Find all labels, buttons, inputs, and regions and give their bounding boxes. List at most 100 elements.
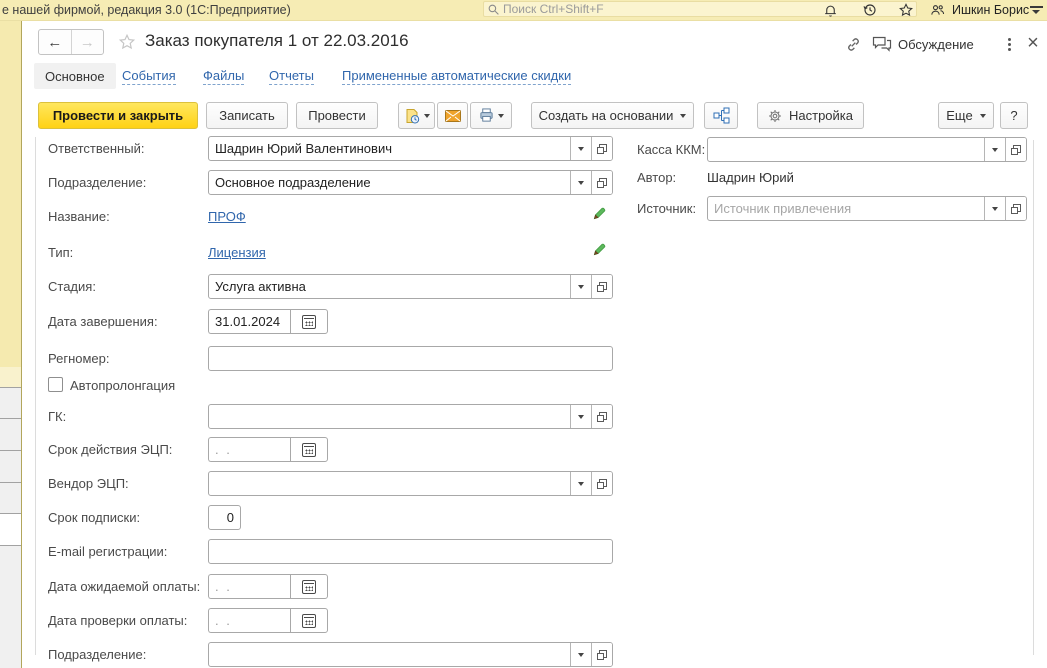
- open-button[interactable]: [591, 171, 612, 194]
- back-button[interactable]: [39, 30, 72, 54]
- dropdown-button[interactable]: [570, 137, 591, 160]
- signature-validity-input[interactable]: [208, 437, 290, 462]
- responsible-input[interactable]: [209, 137, 570, 160]
- autoprolongation-checkbox[interactable]: [48, 377, 63, 392]
- tab-auto-discounts[interactable]: Примененные автоматические скидки: [342, 63, 571, 89]
- forward-button[interactable]: [72, 30, 104, 54]
- open-button[interactable]: [591, 405, 612, 428]
- history-icon[interactable]: [860, 1, 880, 19]
- dropdown-arrow-icon: [424, 114, 430, 118]
- post-document-menu-button[interactable]: [398, 102, 435, 129]
- dropdown-arrow-icon: [980, 114, 986, 118]
- checkbox-label-autoprolongation[interactable]: Автопролонгация: [70, 378, 175, 393]
- calendar-button[interactable]: [290, 574, 328, 599]
- subscription-term-input[interactable]: [208, 505, 241, 530]
- post-and-close-button[interactable]: Провести и закрыть: [38, 102, 198, 129]
- open-button[interactable]: [591, 137, 612, 160]
- open-button[interactable]: [591, 472, 612, 495]
- notifications-bell-icon[interactable]: [820, 1, 840, 19]
- end-date-field[interactable]: [208, 309, 328, 334]
- discussion-button[interactable]: Обсуждение: [898, 37, 974, 52]
- source-input[interactable]: [708, 197, 984, 220]
- field-label-gk: ГК:: [48, 409, 66, 424]
- open-button[interactable]: [591, 643, 612, 666]
- kebab-menu-icon[interactable]: [1002, 34, 1016, 54]
- regnumber-input[interactable]: [208, 346, 613, 371]
- registration-email-input[interactable]: [208, 539, 613, 564]
- calendar-button[interactable]: [290, 608, 328, 633]
- service-menu-icon[interactable]: [1026, 1, 1046, 19]
- field-label-name: Название:: [48, 209, 110, 224]
- dropdown-button[interactable]: [984, 138, 1005, 161]
- signature-vendor-input[interactable]: [209, 472, 570, 495]
- dropdown-arrow-icon: [578, 653, 584, 657]
- kkm-field[interactable]: [707, 137, 1027, 162]
- tab-files[interactable]: Файлы: [203, 63, 244, 89]
- kkm-input[interactable]: [708, 138, 984, 161]
- stage-input[interactable]: [209, 275, 570, 298]
- post-button[interactable]: Провести: [296, 102, 378, 129]
- dropdown-button[interactable]: [570, 472, 591, 495]
- print-menu-button[interactable]: [470, 102, 512, 129]
- print-icon: [479, 108, 494, 123]
- report-structure-button[interactable]: [704, 102, 738, 129]
- edit-pencil-icon[interactable]: [591, 206, 607, 222]
- button-label: Создать на основании: [539, 108, 674, 123]
- signature-vendor-field[interactable]: [208, 471, 613, 496]
- tab-reports[interactable]: Отчеты: [269, 63, 314, 89]
- link-icon[interactable]: [845, 36, 862, 58]
- tab-events[interactable]: События: [122, 63, 176, 89]
- dropdown-button[interactable]: [570, 643, 591, 666]
- tab-label: Примененные автоматические скидки: [342, 68, 571, 85]
- favorites-star-icon[interactable]: [896, 1, 916, 19]
- field-label-type: Тип:: [48, 245, 73, 260]
- dropdown-button[interactable]: [984, 197, 1005, 220]
- department2-input[interactable]: [209, 643, 570, 666]
- send-email-button[interactable]: [437, 102, 468, 129]
- tab-main[interactable]: Основное: [34, 63, 116, 89]
- responsible-field[interactable]: [208, 136, 613, 161]
- discussion-chat-icon[interactable]: [872, 36, 892, 57]
- expected-payment-date-field[interactable]: [208, 574, 328, 599]
- department2-field[interactable]: [208, 642, 613, 667]
- payment-check-date-field[interactable]: [208, 608, 328, 633]
- create-based-on-button[interactable]: Создать на основании: [531, 102, 694, 129]
- help-button[interactable]: ?: [1000, 102, 1028, 129]
- open-button[interactable]: [1005, 197, 1026, 220]
- end-date-input[interactable]: [208, 309, 290, 334]
- open-button[interactable]: [1005, 138, 1026, 161]
- close-icon[interactable]: [1022, 31, 1044, 55]
- open-button[interactable]: [591, 275, 612, 298]
- write-button[interactable]: Записать: [206, 102, 288, 129]
- field-label-kkm: Касса ККМ:: [637, 142, 705, 157]
- form-left-border: [35, 137, 36, 655]
- expected-payment-date-input[interactable]: [208, 574, 290, 599]
- field-label-department: Подразделение:: [48, 175, 146, 190]
- favorite-star-icon[interactable]: [118, 33, 136, 56]
- department-field[interactable]: [208, 170, 613, 195]
- stage-field[interactable]: [208, 274, 613, 299]
- dropdown-arrow-icon: [578, 147, 584, 151]
- dropdown-arrow-icon: [578, 482, 584, 486]
- type-link[interactable]: Лицензия: [208, 245, 266, 260]
- field-label-author: Автор:: [637, 170, 676, 185]
- name-link[interactable]: ПРОФ: [208, 209, 246, 224]
- gk-field[interactable]: [208, 404, 613, 429]
- edit-pencil-icon[interactable]: [591, 242, 607, 258]
- settings-button[interactable]: Настройка: [757, 102, 864, 129]
- calendar-button[interactable]: [290, 437, 328, 462]
- gear-icon: [768, 109, 782, 123]
- more-button[interactable]: Еще: [938, 102, 994, 129]
- global-search-input[interactable]: Поиск Ctrl+Shift+F: [483, 1, 917, 17]
- source-field[interactable]: [707, 196, 1027, 221]
- dropdown-button[interactable]: [570, 405, 591, 428]
- dropdown-button[interactable]: [570, 275, 591, 298]
- dropdown-button[interactable]: [570, 171, 591, 194]
- calendar-button[interactable]: [290, 309, 328, 334]
- gk-input[interactable]: [209, 405, 570, 428]
- signature-validity-field[interactable]: [208, 437, 328, 462]
- department-input[interactable]: [209, 171, 570, 194]
- users-icon[interactable]: [927, 1, 947, 19]
- payment-check-date-input[interactable]: [208, 608, 290, 633]
- current-user[interactable]: Ишкин Борис: [952, 3, 1029, 17]
